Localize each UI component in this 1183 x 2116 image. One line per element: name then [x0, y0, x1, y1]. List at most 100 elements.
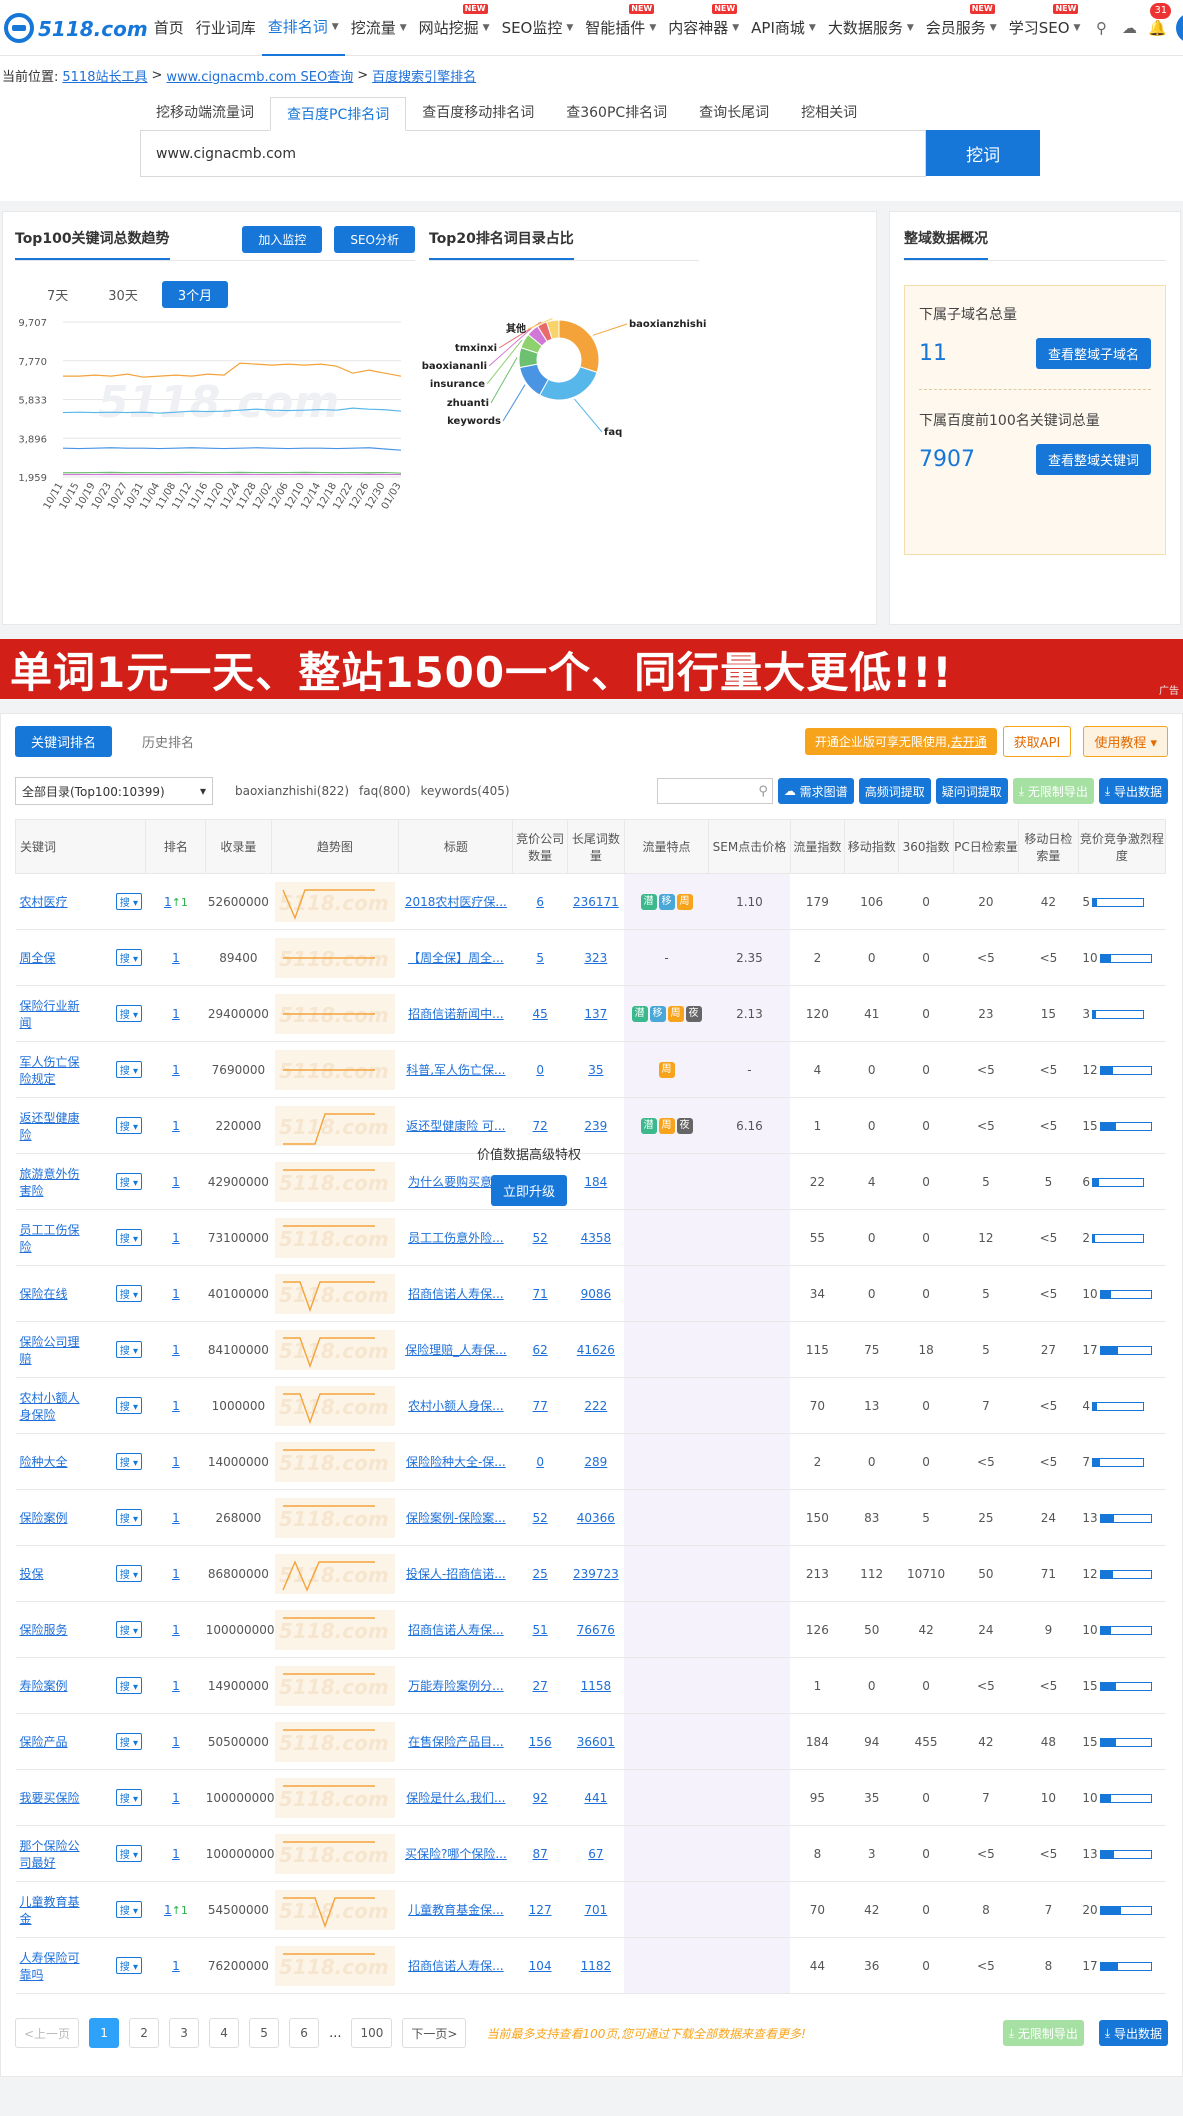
- column-header[interactable]: 360指数: [898, 819, 954, 874]
- title-link[interactable]: 在售保险产品目...: [399, 1733, 513, 1750]
- longtail-link[interactable]: 441: [584, 1791, 607, 1805]
- title-link[interactable]: 保险案例-保险案...: [399, 1509, 513, 1526]
- bid-count-link[interactable]: 52: [532, 1511, 547, 1525]
- keyword-link[interactable]: 农村小额人身保险: [20, 1389, 86, 1423]
- column-header[interactable]: SEM点击价格: [708, 819, 791, 874]
- rank-link[interactable]: 1: [172, 1847, 180, 1861]
- search-engine-button[interactable]: 搜 ▾: [115, 1901, 142, 1918]
- bid-count-link[interactable]: 156: [529, 1735, 552, 1749]
- longtail-link[interactable]: 40366: [577, 1511, 615, 1525]
- page-number[interactable]: 6: [289, 2018, 320, 2048]
- longtail-link[interactable]: 67: [588, 1847, 603, 1861]
- bid-count-link[interactable]: 77: [532, 1399, 547, 1413]
- title-link[interactable]: 招商信诺人寿保...: [399, 1621, 513, 1638]
- longtail-link[interactable]: 41626: [577, 1343, 615, 1357]
- nav-item[interactable]: 会员服务 ▼ NEW: [920, 0, 1003, 56]
- bell-icon[interactable]: 🔔 31: [1148, 2, 1172, 37]
- keyword-link[interactable]: 人寿保险可靠吗: [20, 1949, 86, 1983]
- dig-button[interactable]: 挖词: [926, 130, 1040, 176]
- rank-link[interactable]: 1: [172, 951, 180, 965]
- view-keywords-button[interactable]: 查看整域关键词: [1035, 444, 1151, 475]
- tutorial-dropdown[interactable]: 使用教程 ▾: [1083, 726, 1168, 757]
- next-page-button[interactable]: 下一页>: [402, 2018, 467, 2048]
- bid-count-link[interactable]: 5: [536, 951, 544, 965]
- title-link[interactable]: 投保人-招商信诺...: [399, 1565, 513, 1582]
- keyword-link[interactable]: 我要买保险: [20, 1789, 86, 1806]
- keyword-link[interactable]: 旅游意外伤害险: [20, 1165, 86, 1199]
- column-header[interactable]: 移动指数: [844, 819, 900, 874]
- search-engine-button[interactable]: 搜 ▾: [115, 1509, 142, 1526]
- seo-analysis-button[interactable]: SEO分析: [334, 225, 415, 253]
- longtail-link[interactable]: 35: [588, 1063, 603, 1077]
- title-link[interactable]: 保险险种大全-保...: [399, 1453, 513, 1470]
- rank-link[interactable]: 1: [172, 1511, 180, 1525]
- longtail-link[interactable]: 1182: [581, 1959, 612, 1973]
- longtail-link[interactable]: 4358: [581, 1231, 612, 1245]
- longtail-link[interactable]: 239723: [573, 1567, 619, 1581]
- rank-link[interactable]: 1: [172, 1623, 180, 1637]
- range-tab[interactable]: 3个月: [161, 281, 229, 308]
- bid-count-link[interactable]: 0: [536, 1455, 544, 1469]
- keyword-link[interactable]: 保险案例: [20, 1509, 86, 1526]
- rank-link[interactable]: 1: [164, 1903, 172, 1917]
- rank-link[interactable]: 1: [172, 1735, 180, 1749]
- nav-item[interactable]: 查排名词 ▼: [261, 0, 345, 56]
- search-tab[interactable]: 挖相关词: [785, 96, 873, 130]
- column-header[interactable]: 收录量: [205, 819, 272, 874]
- upgrade-button[interactable]: 立即升级: [490, 1175, 567, 1206]
- page-number[interactable]: 1: [89, 2018, 120, 2048]
- search-engine-button[interactable]: 搜 ▾: [115, 1285, 142, 1302]
- nav-item[interactable]: 挖流量 ▼: [345, 0, 413, 56]
- nav-item[interactable]: 智能插件 ▼ NEW: [579, 0, 662, 56]
- longtail-link[interactable]: 239: [584, 1119, 607, 1133]
- question-words-button[interactable]: 疑问词提取: [935, 778, 1008, 804]
- unlimited-export-button-bottom[interactable]: ⤓ 无限制导出: [1002, 2020, 1084, 2046]
- keyword-link[interactable]: 返还型健康险: [20, 1109, 86, 1143]
- column-header[interactable]: 竞价公司数量: [512, 819, 568, 874]
- promo-link[interactable]: 去开通: [951, 735, 987, 749]
- rank-link[interactable]: 1: [172, 1175, 180, 1189]
- search-engine-button[interactable]: 搜 ▾: [115, 1733, 142, 1750]
- keyword-link[interactable]: 险种大全: [20, 1453, 86, 1470]
- logo[interactable]: 5118.com: [4, 12, 148, 43]
- export-button[interactable]: ⤓ 导出数据: [1098, 778, 1168, 804]
- column-header[interactable]: 竞价竞争激烈程度: [1077, 819, 1167, 874]
- longtail-link[interactable]: 1158: [581, 1679, 612, 1693]
- add-monitor-button[interactable]: 加入监控: [242, 225, 323, 253]
- search-engine-button[interactable]: 搜 ▾: [115, 1061, 142, 1078]
- column-header[interactable]: 标题: [398, 819, 514, 874]
- bid-count-link[interactable]: 92: [532, 1791, 547, 1805]
- dir-chip[interactable]: baoxianzhishi(822): [235, 784, 349, 798]
- keyword-link[interactable]: 儿童教育基金: [20, 1893, 86, 1927]
- search-engine-button[interactable]: 搜 ▾: [115, 1677, 142, 1694]
- rank-link[interactable]: 1: [172, 1959, 180, 1973]
- keyword-link[interactable]: 保险服务: [20, 1621, 86, 1638]
- title-link[interactable]: 招商信诺人寿保...: [399, 1285, 513, 1302]
- rank-link[interactable]: 1: [172, 1679, 180, 1693]
- cloud-download-icon[interactable]: ☁: [1120, 19, 1138, 37]
- directory-select[interactable]: 全部目录(Top100:10399) ▾: [15, 777, 213, 805]
- page-number[interactable]: 3: [169, 2018, 200, 2048]
- rank-link[interactable]: 1: [164, 895, 172, 909]
- longtail-link[interactable]: 236171: [573, 895, 619, 909]
- filter-search-input[interactable]: ⚲: [656, 778, 773, 804]
- rank-link[interactable]: 1: [172, 1399, 180, 1413]
- search-engine-button[interactable]: 搜 ▾: [115, 1341, 142, 1358]
- export-button-bottom[interactable]: ⤓ 导出数据: [1098, 2020, 1168, 2046]
- title-link[interactable]: 保险是什么,我们...: [399, 1789, 513, 1806]
- search-tab[interactable]: 查询长尾词: [683, 96, 785, 130]
- rank-link[interactable]: 1: [172, 1287, 180, 1301]
- dir-chip[interactable]: faq(800): [359, 784, 410, 798]
- longtail-link[interactable]: 76676: [577, 1623, 615, 1637]
- range-tab[interactable]: 30天: [92, 281, 154, 308]
- search-engine-button[interactable]: 搜 ▾: [115, 1565, 142, 1582]
- title-link[interactable]: 返还型健康险 可...: [399, 1117, 513, 1134]
- title-link[interactable]: 买保险?哪个保险...: [399, 1845, 513, 1862]
- longtail-link[interactable]: 222: [584, 1399, 607, 1413]
- page-number[interactable]: 5: [249, 2018, 280, 2048]
- page-number[interactable]: 4: [209, 2018, 240, 2048]
- rank-link[interactable]: 1: [172, 1063, 180, 1077]
- breadcrumb-link-seo[interactable]: www.cignacmb.com SEO查询: [166, 66, 353, 85]
- nav-item[interactable]: 首页: [148, 0, 190, 56]
- title-link[interactable]: 保险理赔_人寿保...: [399, 1341, 513, 1358]
